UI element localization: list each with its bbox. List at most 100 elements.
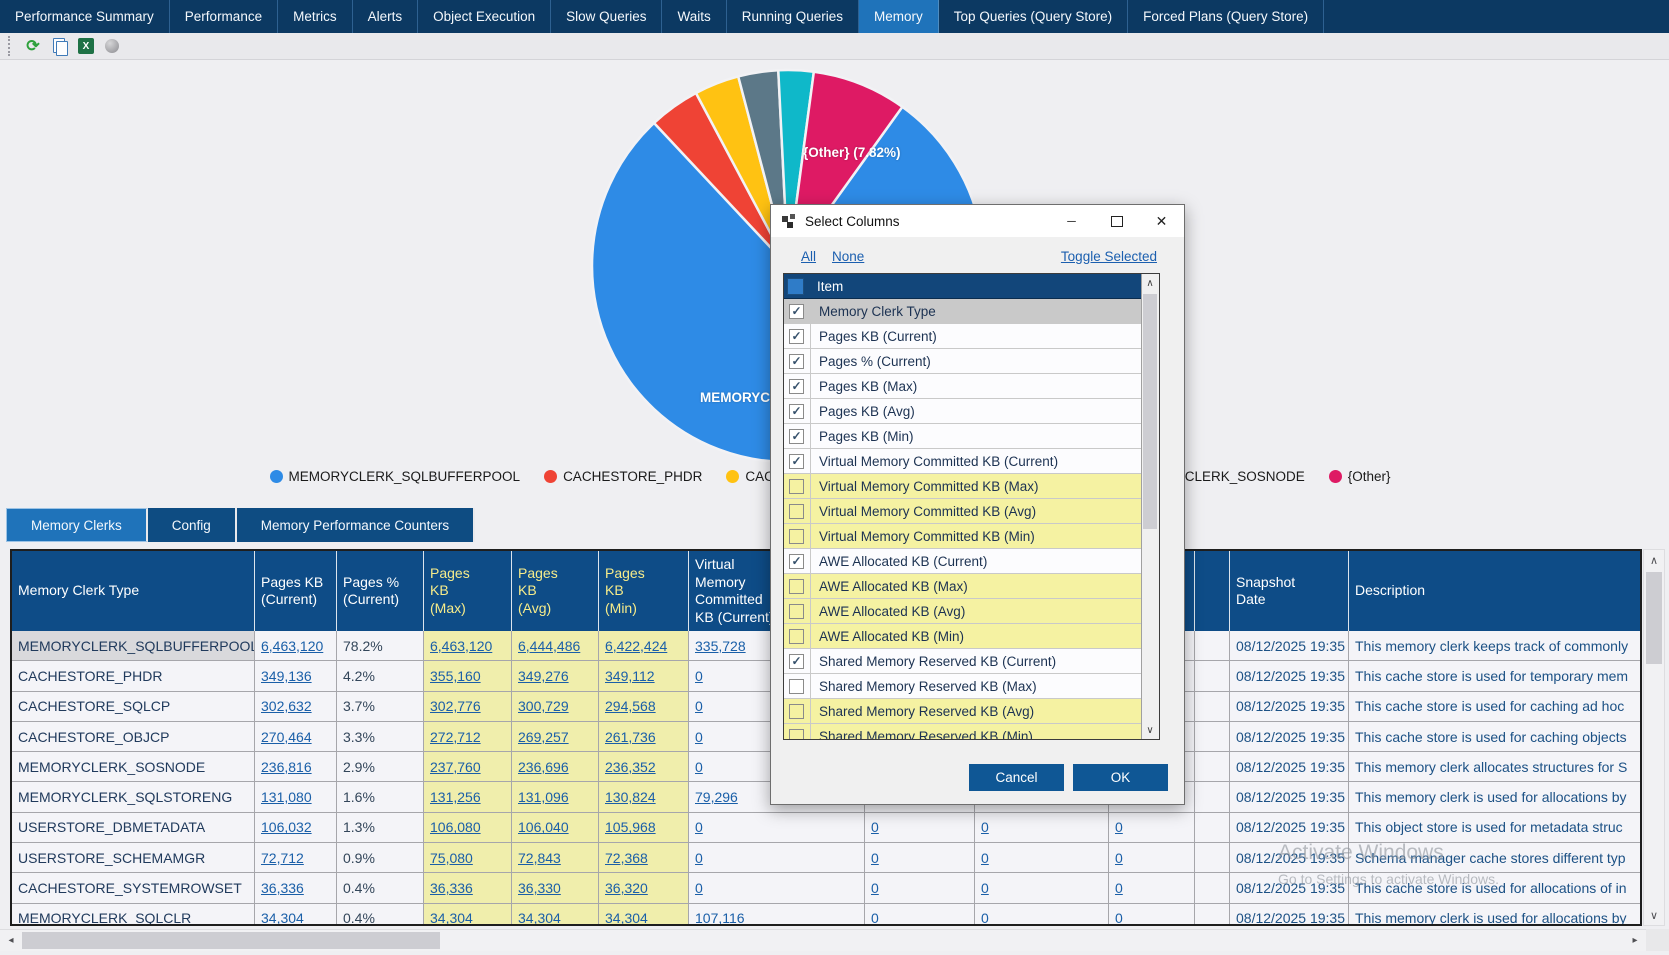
- value-link[interactable]: 79,296: [695, 789, 738, 805]
- value-link[interactable]: 0: [695, 759, 703, 775]
- checkbox-pages-kb-avg[interactable]: ✓: [789, 404, 804, 419]
- scroll-up-icon[interactable]: ∧: [1644, 550, 1664, 570]
- value-link[interactable]: 302,632: [261, 698, 312, 714]
- checkbox-shared-memory-reserved-kb-avg[interactable]: [789, 704, 804, 719]
- select-all-checkbox[interactable]: [787, 278, 804, 295]
- scroll-left-icon[interactable]: ◂: [0, 930, 22, 951]
- checkbox-awe-allocated-kb-min[interactable]: [789, 629, 804, 644]
- column-option-memory-clerk-type[interactable]: ✓Memory Clerk Type: [784, 299, 1141, 324]
- table-vertical-scrollbar[interactable]: ∧ ∨: [1643, 549, 1665, 926]
- value-link[interactable]: 0: [695, 880, 703, 896]
- nav-tab-metrics[interactable]: Metrics: [278, 0, 353, 33]
- cell-name-row6[interactable]: MEMORYCLERK_SQLSTORENG: [12, 782, 255, 811]
- toolbar-drag-handle[interactable]: [8, 36, 13, 56]
- column-header-blank-10[interactable]: [1195, 551, 1230, 631]
- column-option-awe-allocated-kb-current[interactable]: ✓AWE Allocated KB (Current): [784, 549, 1141, 574]
- list-scroll-down-icon[interactable]: ∨: [1142, 721, 1158, 739]
- value-link[interactable]: 261,736: [605, 729, 656, 745]
- select-none-link[interactable]: None: [832, 249, 864, 264]
- columns-list-scrollbar[interactable]: ∧ ∨: [1141, 274, 1159, 739]
- value-link[interactable]: 0: [1115, 910, 1123, 926]
- value-link[interactable]: 6,422,424: [605, 638, 667, 654]
- cell-name-row3[interactable]: CACHESTORE_SQLCP: [12, 692, 255, 721]
- value-link[interactable]: 0: [981, 819, 989, 835]
- value-link[interactable]: 131,256: [430, 789, 481, 805]
- cell-name-row4[interactable]: CACHESTORE_OBJCP: [12, 722, 255, 751]
- cancel-button[interactable]: Cancel: [969, 764, 1064, 791]
- panel-tab-memory-performance-counters[interactable]: Memory Performance Counters: [237, 508, 475, 542]
- value-link[interactable]: 6,444,486: [518, 638, 580, 654]
- value-link[interactable]: 34,304: [430, 910, 473, 926]
- value-link[interactable]: 0: [981, 880, 989, 896]
- column-header-pages-current[interactable]: Pages % (Current): [337, 551, 424, 631]
- column-option-pages-kb-current[interactable]: ✓Pages KB (Current): [784, 324, 1141, 349]
- column-option-virtual-memory-committed-kb-min[interactable]: Virtual Memory Committed KB (Min): [784, 524, 1141, 549]
- minimize-button[interactable]: ─: [1049, 205, 1094, 237]
- column-option-pages-kb-min[interactable]: ✓Pages KB (Min): [784, 424, 1141, 449]
- value-link[interactable]: 72,712: [261, 850, 304, 866]
- value-link[interactable]: 0: [871, 819, 879, 835]
- value-link[interactable]: 106,032: [261, 819, 312, 835]
- globe-icon[interactable]: [103, 37, 121, 55]
- column-option-shared-memory-reserved-kb-current[interactable]: ✓Shared Memory Reserved KB (Current): [784, 649, 1141, 674]
- value-link[interactable]: 236,696: [518, 759, 569, 775]
- checkbox-shared-memory-reserved-kb-min[interactable]: [789, 729, 804, 740]
- value-link[interactable]: 34,304: [518, 910, 561, 926]
- value-link[interactable]: 34,304: [261, 910, 304, 926]
- checkbox-pages-kb-max[interactable]: ✓: [789, 379, 804, 394]
- value-link[interactable]: 236,816: [261, 759, 312, 775]
- checkbox-shared-memory-reserved-kb-max[interactable]: [789, 679, 804, 694]
- select-all-link[interactable]: All: [801, 249, 816, 264]
- toggle-selected-link[interactable]: Toggle Selected: [1061, 249, 1157, 264]
- vertical-scroll-thumb[interactable]: [1646, 572, 1662, 664]
- close-button[interactable]: ✕: [1139, 205, 1184, 237]
- cell-name-row9[interactable]: CACHESTORE_SYSTEMROWSET: [12, 873, 255, 902]
- checkbox-pages-current[interactable]: ✓: [789, 354, 804, 369]
- value-link[interactable]: 272,712: [430, 729, 481, 745]
- scroll-down-icon[interactable]: ∨: [1644, 905, 1664, 925]
- column-option-pages-current[interactable]: ✓Pages % (Current): [784, 349, 1141, 374]
- value-link[interactable]: 0: [695, 729, 703, 745]
- value-link[interactable]: 302,776: [430, 698, 481, 714]
- value-link[interactable]: 335,728: [695, 638, 746, 654]
- scroll-right-icon[interactable]: ▸: [1624, 930, 1646, 951]
- nav-tab-memory[interactable]: Memory: [859, 0, 939, 33]
- column-header-description[interactable]: Description: [1349, 551, 1642, 631]
- list-scroll-thumb[interactable]: [1143, 294, 1157, 529]
- cell-name-row8[interactable]: USERSTORE_SCHEMAMGR: [12, 843, 255, 872]
- column-option-virtual-memory-committed-kb-current[interactable]: ✓Virtual Memory Committed KB (Current): [784, 449, 1141, 474]
- cell-name-row1[interactable]: MEMORYCLERK_SQLBUFFERPOOL: [12, 631, 255, 660]
- checkbox-awe-allocated-kb-avg[interactable]: [789, 604, 804, 619]
- horizontal-scroll-thumb[interactable]: [22, 932, 440, 949]
- checkbox-virtual-memory-committed-kb-max[interactable]: [789, 479, 804, 494]
- value-link[interactable]: 0: [695, 668, 703, 684]
- nav-tab-top-queries-query-store[interactable]: Top Queries (Query Store): [939, 0, 1128, 33]
- cell-name-row10[interactable]: MEMORYCLERK_SQLCLR: [12, 904, 255, 926]
- value-link[interactable]: 0: [1115, 880, 1123, 896]
- column-header-memory-clerk-type[interactable]: Memory Clerk Type: [12, 551, 255, 631]
- cell-name-row7[interactable]: USERSTORE_DBMETADATA: [12, 813, 255, 842]
- value-link[interactable]: 237,760: [430, 759, 481, 775]
- column-option-shared-memory-reserved-kb-max[interactable]: Shared Memory Reserved KB (Max): [784, 674, 1141, 699]
- column-header-snapshot-date[interactable]: Snapshot Date: [1230, 551, 1349, 631]
- nav-tab-alerts[interactable]: Alerts: [353, 0, 419, 33]
- export-excel-icon[interactable]: X: [78, 38, 94, 54]
- value-link[interactable]: 106,040: [518, 819, 569, 835]
- value-link[interactable]: 72,368: [605, 850, 648, 866]
- value-link[interactable]: 36,336: [261, 880, 304, 896]
- checkbox-pages-kb-current[interactable]: ✓: [789, 329, 804, 344]
- panel-tab-config[interactable]: Config: [148, 508, 237, 542]
- value-link[interactable]: 349,136: [261, 668, 312, 684]
- value-link[interactable]: 0: [871, 850, 879, 866]
- value-link[interactable]: 34,304: [605, 910, 648, 926]
- column-option-pages-kb-max[interactable]: ✓Pages KB (Max): [784, 374, 1141, 399]
- value-link[interactable]: 236,352: [605, 759, 656, 775]
- column-option-shared-memory-reserved-kb-avg[interactable]: Shared Memory Reserved KB (Avg): [784, 699, 1141, 724]
- value-link[interactable]: 270,464: [261, 729, 312, 745]
- cell-name-row2[interactable]: CACHESTORE_PHDR: [12, 661, 255, 690]
- value-link[interactable]: 36,320: [605, 880, 648, 896]
- value-link[interactable]: 355,160: [430, 668, 481, 684]
- column-option-virtual-memory-committed-kb-avg[interactable]: Virtual Memory Committed KB (Avg): [784, 499, 1141, 524]
- value-link[interactable]: 105,968: [605, 819, 656, 835]
- column-header-pages-kb-current[interactable]: Pages KB (Current): [255, 551, 337, 631]
